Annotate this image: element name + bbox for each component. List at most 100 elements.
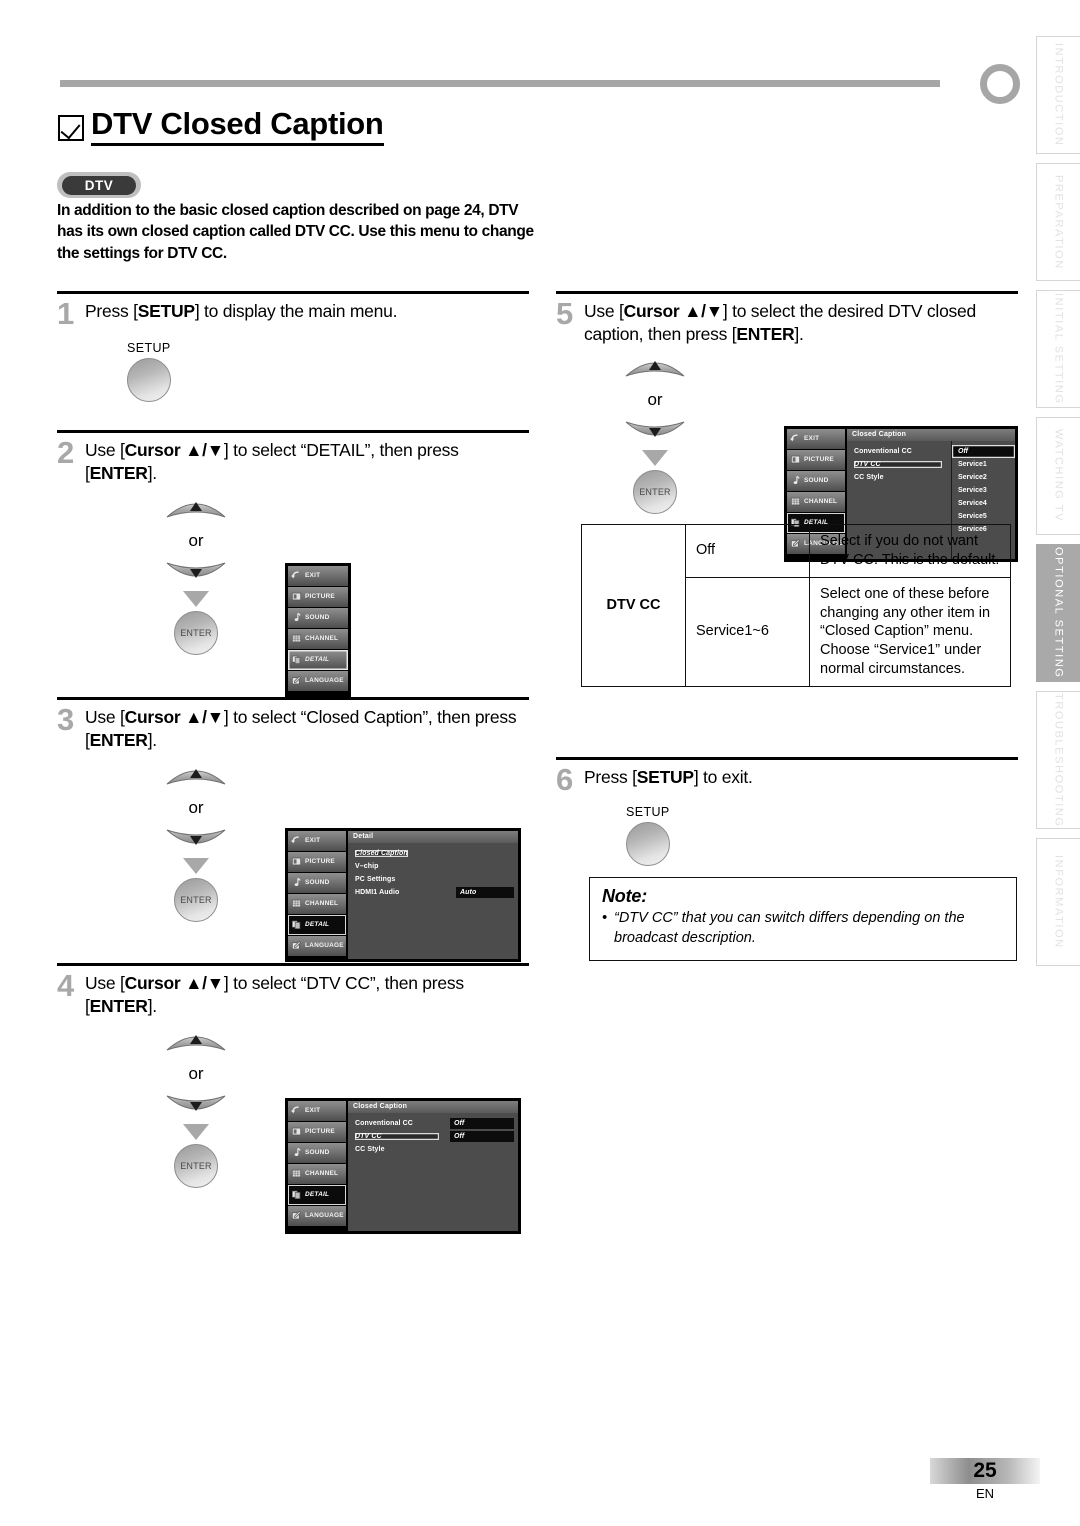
or-label: or <box>188 1063 204 1083</box>
osd-option[interactable]: Service2 <box>952 471 1015 484</box>
osd-sidebar-item-channel[interactable]: CHANNEL <box>288 628 348 649</box>
osd-row-value[interactable]: Off <box>450 1130 514 1142</box>
osd-option[interactable]: Off <box>952 444 1015 458</box>
osd-sidebar-label: SOUND <box>305 614 330 622</box>
tab-initial-setting[interactable]: INITIAL SETTING <box>1036 290 1080 408</box>
osd-sidebar-item-exit[interactable]: EXIT <box>288 830 346 851</box>
tab-troubleshooting[interactable]: TROUBLESHOOTING <box>1036 691 1080 829</box>
step-instruction: Press [SETUP] to display the main menu. <box>85 300 398 321</box>
page-title-block: DTV Closed Caption <box>58 107 384 146</box>
osd-row[interactable]: PC Settings <box>348 873 518 886</box>
cursor-down-button[interactable] <box>165 826 227 852</box>
osd-sidebar-item-channel[interactable]: CHANNEL <box>787 491 845 512</box>
flow-arrow-icon <box>183 1123 209 1140</box>
step-instruction: Use [Cursor ▲/▼] to select “DETAIL”, the… <box>85 439 459 483</box>
enter-button[interactable]: ENTER <box>174 610 218 655</box>
cursor-up-button[interactable] <box>165 1028 227 1054</box>
spec-table-wrap: DTV CC Off Select if you do not want DTV… <box>581 524 1011 687</box>
tab-information[interactable]: INFORMATION <box>1036 838 1080 966</box>
osd-row-label: HDMI1 Audio <box>355 888 400 896</box>
osd-screen-title: Closed Caption <box>348 1100 518 1113</box>
enter-button[interactable]: ENTER <box>174 877 218 922</box>
osd-row[interactable]: Closed Caption <box>348 847 518 860</box>
osd-screen-title: Detail <box>348 830 518 843</box>
tab-label: TROUBLESHOOTING <box>1052 692 1065 828</box>
osd-sidebar-item-channel[interactable]: CHANNEL <box>288 1163 346 1184</box>
osd-sidebar-item-detail[interactable]: DETAIL <box>288 649 348 670</box>
step-6: 6 Press [SETUP] to exit. SETUP <box>556 757 1018 866</box>
status-badge-label: DTV <box>62 175 136 195</box>
osd-option[interactable]: Service1 <box>952 458 1015 471</box>
osd-sidebar-item-exit[interactable]: EXIT <box>288 565 348 586</box>
cursor-up-button[interactable] <box>165 495 227 521</box>
osd-row[interactable]: DTV CC <box>847 458 949 471</box>
setup-button[interactable] <box>626 821 670 866</box>
osd-row[interactable]: DTV CC Off <box>348 1130 518 1143</box>
osd-sidebar-item-sound[interactable]: SOUND <box>288 1142 346 1163</box>
osd-sidebar-item-language[interactable]: LANGUAGE <box>288 670 348 691</box>
page-language-code: EN <box>975 1486 995 1501</box>
cursor-down-button[interactable] <box>165 1092 227 1118</box>
enter-button[interactable]: ENTER <box>174 1143 218 1188</box>
osd-sidebar-label: PICTURE <box>305 858 335 866</box>
osd-sidebar-item-picture[interactable]: PICTURE <box>288 586 348 607</box>
setup-button[interactable] <box>127 357 171 402</box>
osd-sidebar-item-sound[interactable]: SOUND <box>288 872 346 893</box>
cursor-down-button[interactable] <box>165 559 227 585</box>
osd-row-value[interactable]: Off <box>450 1117 514 1129</box>
osd-sidebar-item-detail[interactable]: DETAIL <box>288 914 346 935</box>
osd-row-value[interactable]: Auto <box>456 886 514 898</box>
osd-sidebar-label: LANGUAGE <box>305 677 344 685</box>
cursor-up-button[interactable] <box>165 762 227 788</box>
osd-sidebar-item-detail[interactable]: DETAIL <box>288 1184 346 1205</box>
step-number: 5 <box>556 295 574 331</box>
osd-row-label: DTV CC <box>854 460 942 468</box>
osd-row[interactable]: V–chip <box>348 860 518 873</box>
note-box: Note: “DTV CC” that you can switch diffe… <box>589 877 1017 962</box>
osd-sidebar: EXIT PICTURE SOUND CHANNEL DETAIL LANGUA… <box>288 830 346 959</box>
osd-sidebar-label: EXIT <box>804 435 820 443</box>
tab-preparation[interactable]: PREPARATION <box>1036 163 1080 281</box>
osd-row[interactable]: CC Style <box>348 1143 518 1156</box>
tab-watching-tv[interactable]: WATCHING TV <box>1036 417 1080 535</box>
osd-option[interactable]: Service4 <box>952 497 1015 510</box>
step-instruction: Use [Cursor ▲/▼] to select “Closed Capti… <box>85 706 517 750</box>
osd-row[interactable]: HDMI1 Audio Auto <box>348 886 518 899</box>
osd-row-label: V–chip <box>355 862 379 870</box>
osd-sidebar-label: EXIT <box>305 572 321 580</box>
enter-button-label: ENTER <box>180 627 212 638</box>
osd-option[interactable]: Service5 <box>952 510 1015 523</box>
osd-sidebar-label: LANGUAGE <box>305 1212 344 1220</box>
osd-sidebar-item-picture[interactable]: PICTURE <box>288 851 346 872</box>
tab-introduction[interactable]: INTRODUCTION <box>1036 36 1080 154</box>
cursor-up-button[interactable] <box>624 354 686 380</box>
cursor-down-button[interactable] <box>624 418 686 444</box>
remote-illustration: SETUP <box>127 341 529 402</box>
osd-option[interactable]: Service3 <box>952 484 1015 497</box>
osd-sidebar-item-language[interactable]: LANGUAGE <box>288 1205 346 1226</box>
osd-sidebar-item-picture[interactable]: PICTURE <box>787 449 845 470</box>
flow-arrow-icon <box>183 857 209 874</box>
osd-sidebar-item-language[interactable]: LANGUAGE <box>288 935 346 956</box>
cursor-illustration: or ENTER <box>165 762 227 922</box>
osd-row[interactable]: Conventional CC Off <box>348 1117 518 1130</box>
tab-optional-setting[interactable]: OPTIONAL SETTING <box>1036 544 1080 682</box>
step-2: 2 Use [Cursor ▲/▼] to select “DETAIL”, t… <box>57 430 529 697</box>
step-instruction: Use [Cursor ▲/▼] to select “DTV CC”, the… <box>85 972 464 1016</box>
enter-button[interactable]: ENTER <box>633 469 677 514</box>
osd-sidebar-item-channel[interactable]: CHANNEL <box>288 893 346 914</box>
osd-row[interactable]: CC Style <box>847 471 949 484</box>
setup-button-label: SETUP <box>127 340 171 355</box>
osd-sidebar-item-sound[interactable]: SOUND <box>787 470 845 491</box>
osd-sidebar-label: PICTURE <box>305 1128 335 1136</box>
osd-sidebar-item-picture[interactable]: PICTURE <box>288 1121 346 1142</box>
osd-content-pane: Closed Caption Conventional CC Off DTV C… <box>348 1100 518 1231</box>
osd-sidebar-item-exit[interactable]: EXIT <box>787 428 845 449</box>
osd-row[interactable]: Conventional CC <box>847 445 949 458</box>
osd-sidebar-label: CHANNEL <box>305 635 339 643</box>
osd-sidebar-item-exit[interactable]: EXIT <box>288 1100 346 1121</box>
osd-sidebar-item-sound[interactable]: SOUND <box>288 607 348 628</box>
osd-row-label: Conventional CC <box>355 1119 413 1127</box>
table-cell-description: Select if you do not want DTV CC. This i… <box>809 524 1011 578</box>
note-body: “DTV CC” that you can switch differs dep… <box>602 909 1004 948</box>
